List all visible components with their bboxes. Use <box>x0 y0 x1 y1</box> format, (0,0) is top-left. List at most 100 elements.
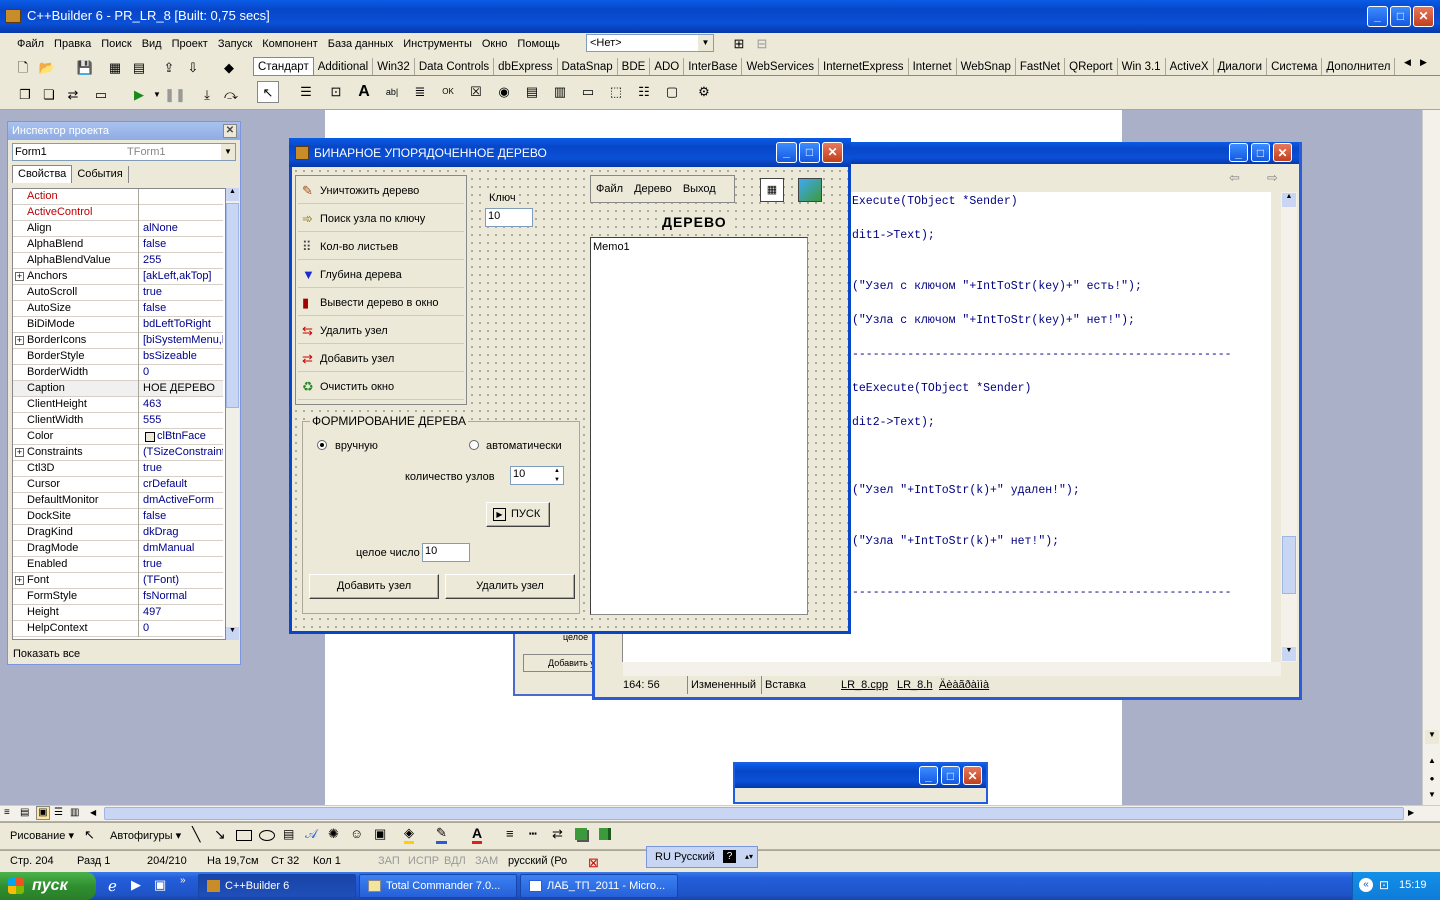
property-row[interactable]: Action <box>13 189 223 205</box>
popupmenu-icon[interactable]: ⊡ <box>325 81 347 103</box>
build-config-icon[interactable]: ⊞ <box>728 33 750 55</box>
line-style-icon[interactable]: ≡ <box>506 826 514 841</box>
tool-button[interactable]: ▼ Глубина дерева <box>298 262 464 288</box>
draw-menu-button[interactable]: Рисование ▾ <box>10 829 74 842</box>
editor-maximize-button[interactable]: □ <box>1251 143 1270 162</box>
form-menu-exit[interactable]: Выход <box>683 183 716 195</box>
scrollbar-icon[interactable]: ▭ <box>577 81 599 103</box>
property-row[interactable]: + Font (TFont) <box>13 573 223 589</box>
add-node-button[interactable]: Добавить узел <box>309 574 439 599</box>
inspector-title-bar[interactable]: Инспектор проекта ✕ <box>8 122 240 140</box>
palette-tab[interactable]: DataSnap <box>558 58 618 75</box>
property-row[interactable]: Enabled true <box>13 557 223 573</box>
expand-icon[interactable]: + <box>15 576 24 585</box>
radio-manual-label[interactable]: вручную <box>335 440 378 452</box>
editor-tab-diagram[interactable]: Äèàãðàììà <box>939 676 989 694</box>
select-browse-icon[interactable]: ● <box>1425 774 1439 788</box>
clipart-icon[interactable]: ☺ <box>350 826 363 841</box>
inspector-object-combo[interactable]: Form1 TForm1 ▼ <box>12 143 236 161</box>
palette-tab[interactable]: dbExpress <box>494 58 558 75</box>
property-row[interactable]: BiDiMode bdLeftToRight <box>13 317 223 333</box>
task-total-commander[interactable]: Total Commander 7.0... <box>359 874 517 898</box>
form-minimize-button[interactable]: _ <box>776 142 797 163</box>
palette-tab[interactable]: Дополнител <box>1322 58 1396 75</box>
palette-tab[interactable]: BDE <box>618 58 651 75</box>
palette-tab[interactable]: Additional <box>314 58 374 75</box>
property-value[interactable]: true <box>143 461 223 476</box>
tool-button[interactable]: ⇄ Добавить узел <box>298 346 464 372</box>
font-color-icon[interactable]: A <box>472 825 483 844</box>
next-page-icon[interactable]: ▼ <box>1425 790 1439 804</box>
tool-button[interactable]: ▮ Вывести дерево в окно <box>298 290 464 316</box>
pause-icon[interactable]: ❚❚ <box>164 84 186 106</box>
picture-icon[interactable]: ▣ <box>374 826 386 842</box>
property-row[interactable]: DefaultMonitor dmActiveForm <box>13 493 223 509</box>
property-value[interactable]: 463 <box>143 397 223 412</box>
property-scrollbar[interactable]: ▲ ▼ <box>226 188 239 640</box>
property-value[interactable]: true <box>143 557 223 572</box>
small-maximize-button[interactable]: □ <box>941 766 960 785</box>
dash-style-icon[interactable]: ┅ <box>529 826 537 842</box>
property-value[interactable]: alNone <box>143 221 223 236</box>
edit-icon[interactable]: ab| <box>381 81 403 103</box>
web-view-icon[interactable]: ▤ <box>20 807 29 818</box>
start-button[interactable]: пуск <box>0 872 96 900</box>
actionlist-icon[interactable]: ⚙ <box>693 81 715 103</box>
property-row[interactable]: ClientWidth 555 <box>13 413 223 429</box>
palette-tab[interactable]: FastNet <box>1016 58 1066 75</box>
desktop-quicklaunch-icon[interactable]: ▣ <box>154 877 166 893</box>
scroll-up-icon[interactable]: ▲ <box>226 188 239 201</box>
property-value[interactable]: dmActiveForm <box>143 493 223 508</box>
imagelist-component-icon[interactable] <box>798 178 822 202</box>
palette-tab[interactable]: Internet <box>909 58 957 75</box>
property-row[interactable]: Ctl3D true <box>13 461 223 477</box>
open-file-icon[interactable]: 📂 <box>36 57 58 79</box>
property-value[interactable]: false <box>143 509 223 524</box>
scroll-thumb[interactable] <box>226 203 239 408</box>
task-cbuilder[interactable]: C++Builder 6 <box>198 874 356 898</box>
property-value[interactable]: false <box>143 301 223 316</box>
task-word[interactable]: ЛАБ_ТП_2011 - Micro... <box>520 874 678 898</box>
property-row[interactable]: ClientHeight 463 <box>13 397 223 413</box>
palette-tab[interactable]: Win 3.1 <box>1118 58 1166 75</box>
shadow-style-icon[interactable] <box>575 828 587 840</box>
palette-tab[interactable]: InterBase <box>684 58 743 75</box>
scroll-down-icon[interactable]: ▼ <box>1282 647 1296 661</box>
property-row[interactable]: AlphaBlend false <box>13 237 223 253</box>
tool-button[interactable]: ♻ Очистить окно <box>298 374 464 400</box>
menu-database[interactable]: База данных <box>323 33 399 55</box>
property-row[interactable]: BorderWidth 0 <box>13 365 223 381</box>
outline-view-icon[interactable]: ☰ <box>54 807 63 818</box>
add-to-project-icon[interactable]: ⇪ <box>158 57 180 79</box>
property-value[interactable]: 497 <box>143 605 223 620</box>
tool-button[interactable]: ⇆ Удалить узел <box>298 318 464 344</box>
network-tray-icon[interactable]: ⊡ <box>1379 872 1389 898</box>
property-row[interactable]: FormStyle fsNormal <box>13 589 223 605</box>
scroll-down-icon[interactable]: ▼ <box>226 627 239 640</box>
reading-view-icon[interactable]: ▥ <box>70 807 79 818</box>
property-row[interactable]: DockSite false <box>13 509 223 525</box>
listbox-icon[interactable]: ▤ <box>521 81 543 103</box>
int-edit[interactable]: 10 <box>422 543 470 562</box>
small-minimize-button[interactable]: _ <box>919 766 938 785</box>
small-close-button[interactable]: ✕ <box>963 766 982 785</box>
property-row[interactable]: + Anchors [akLeft,akTop] <box>13 269 223 285</box>
scroll-down-icon[interactable]: ▼ <box>1425 730 1439 744</box>
menu-tools[interactable]: Инструменты <box>398 33 477 55</box>
language-label[interactable]: RU Русский <box>655 847 715 867</box>
panel-icon[interactable]: ▢ <box>661 81 683 103</box>
status-ovr[interactable]: ЗАМ <box>475 851 498 871</box>
combobox-icon[interactable]: ▥ <box>549 81 571 103</box>
config-combo[interactable]: <Нет> ▼ <box>586 34 714 52</box>
palette-scroll-left-icon[interactable]: ◀ <box>1404 57 1411 68</box>
main-title-bar[interactable]: C++Builder 6 - PR_LR_8 [Built: 0,75 secs… <box>0 0 1440 33</box>
menu-file[interactable]: Файл <box>12 33 49 55</box>
menu-component[interactable]: Компонент <box>257 33 322 55</box>
editor-minimize-button[interactable]: _ <box>1229 143 1248 162</box>
form-title-bar[interactable]: БИНАРНОЕ УПОРЯДОЧЕННОЕ ДЕРЕВО _ □ ✕ <box>289 138 851 167</box>
property-value[interactable]: 0 <box>143 621 223 636</box>
property-value[interactable]: [biSystemMenu,b <box>143 333 223 348</box>
radio-auto[interactable] <box>469 440 479 450</box>
close-button[interactable]: ✕ <box>1413 6 1434 27</box>
property-value[interactable]: (TSizeConstraint: <box>143 445 223 460</box>
